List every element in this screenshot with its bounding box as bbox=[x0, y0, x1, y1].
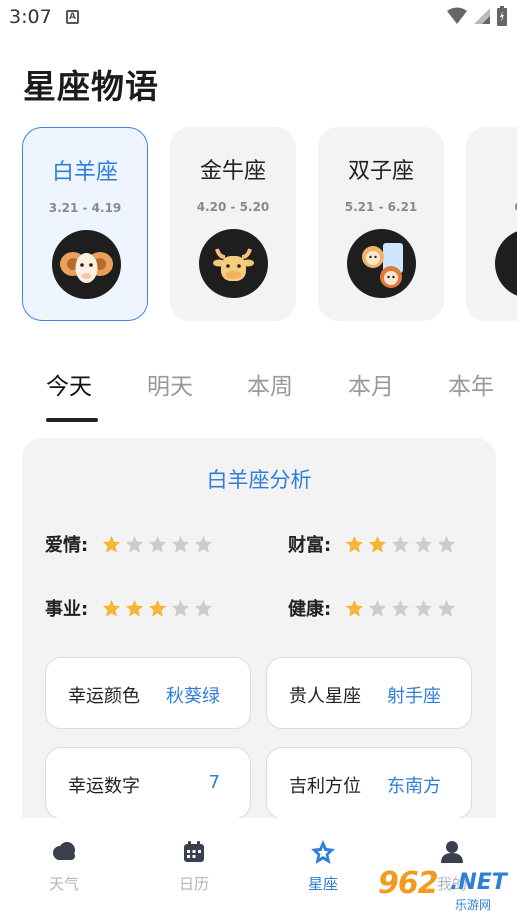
analysis-title: 白羊座分析 bbox=[206, 468, 312, 492]
star-rating bbox=[345, 599, 456, 618]
cloud-icon bbox=[53, 842, 75, 860]
star-empty-icon bbox=[172, 535, 190, 553]
watermark-logo: 962 .NET 乐游网 bbox=[378, 866, 514, 913]
status-indicators bbox=[447, 6, 507, 26]
info-label: 贵人星座 bbox=[289, 686, 361, 707]
noble-sign-box: 贵人星座 射手座 bbox=[266, 657, 472, 729]
user-icon bbox=[441, 841, 463, 863]
star-empty-icon bbox=[415, 535, 433, 553]
star-empty-icon bbox=[438, 599, 456, 617]
star-empty-icon bbox=[126, 535, 144, 553]
info-label: 吉利方位 bbox=[289, 776, 361, 797]
star-filled-icon bbox=[149, 599, 167, 617]
info-label: 幸运颜色 bbox=[68, 686, 140, 707]
zodiac-carousel[interactable]: 白羊座 3.21 - 4.19 金牛座 4.20 - 5.20 双子座 5.21… bbox=[22, 127, 517, 323]
tab-week[interactable]: 本周 bbox=[247, 367, 293, 401]
zodiac-card-gemini[interactable]: 双子座 5.21 - 6.21 bbox=[318, 127, 444, 321]
star-empty-icon bbox=[392, 535, 410, 553]
lucky-number-box: 幸运数字 7 bbox=[45, 747, 251, 819]
info-value: 7 bbox=[208, 772, 220, 793]
gemini-twins-icon bbox=[347, 229, 416, 298]
rating-love: 爱情: bbox=[45, 531, 213, 557]
lucky-color-box: 幸运颜色 秋葵绿 bbox=[45, 657, 251, 729]
page-title: 星座物语 bbox=[23, 67, 159, 106]
zodiac-card-cancer[interactable]: 巨 6.22 bbox=[466, 127, 517, 321]
nav-weather[interactable]: 天气 bbox=[24, 838, 104, 894]
nav-label: 星座 bbox=[307, 875, 338, 893]
a-icon: A bbox=[66, 10, 79, 24]
star-filled-icon bbox=[103, 535, 121, 553]
star-empty-icon bbox=[392, 599, 410, 617]
tab-year[interactable]: 本年 bbox=[448, 367, 494, 401]
wifi-icon bbox=[447, 7, 467, 24]
rating-label: 财富: bbox=[288, 535, 332, 556]
zodiac-card-aries[interactable]: 白羊座 3.21 - 4.19 bbox=[22, 127, 148, 321]
battery-icon bbox=[497, 6, 507, 26]
rating-health: 健康: bbox=[288, 595, 456, 621]
zodiac-dates: 5.21 - 6.21 bbox=[344, 200, 418, 214]
status-time: 3:07 bbox=[9, 6, 52, 28]
lucky-direction-box: 吉利方位 东南方 bbox=[266, 747, 472, 819]
zodiac-name: 巨 bbox=[466, 153, 517, 185]
zodiac-name: 双子座 bbox=[347, 159, 414, 184]
star-empty-icon bbox=[415, 599, 433, 617]
star-filled-icon bbox=[103, 599, 121, 617]
star-icon bbox=[311, 840, 335, 864]
info-value: 秋葵绿 bbox=[166, 686, 220, 707]
star-filled-icon bbox=[369, 535, 387, 553]
star-rating bbox=[345, 535, 456, 554]
zodiac-name: 白羊座 bbox=[51, 160, 118, 185]
cancer-crab-icon bbox=[495, 229, 517, 298]
rating-label: 爱情: bbox=[45, 535, 89, 556]
star-empty-icon bbox=[369, 599, 387, 617]
tab-today[interactable]: 今天 bbox=[46, 367, 92, 401]
star-filled-icon bbox=[346, 599, 364, 617]
taurus-bull-icon bbox=[199, 229, 268, 298]
star-rating bbox=[102, 535, 213, 554]
star-filled-icon bbox=[346, 535, 364, 553]
calendar-icon bbox=[184, 841, 204, 862]
period-tabs: 今天 明天 本周 本月 本年 bbox=[0, 362, 517, 424]
zodiac-dates: 4.20 - 5.20 bbox=[196, 200, 270, 214]
star-empty-icon bbox=[149, 535, 167, 553]
nav-label: 天气 bbox=[48, 875, 79, 893]
signal-icon bbox=[474, 8, 490, 24]
rating-label: 事业: bbox=[45, 599, 89, 620]
tab-month[interactable]: 本月 bbox=[348, 367, 394, 401]
info-value: 东南方 bbox=[387, 776, 441, 797]
watermark-sub: 乐游网 bbox=[452, 896, 495, 913]
rating-label: 健康: bbox=[288, 599, 332, 620]
tab-tomorrow[interactable]: 明天 bbox=[147, 367, 193, 401]
star-filled-icon bbox=[126, 599, 144, 617]
nav-zodiac[interactable]: 星座 bbox=[283, 838, 363, 894]
zodiac-dates: 6.22 bbox=[466, 200, 517, 214]
zodiac-dates: 3.21 - 4.19 bbox=[48, 201, 122, 215]
watermark-number: 962 bbox=[378, 866, 439, 901]
aries-ram-icon bbox=[52, 230, 121, 299]
info-label: 幸运数字 bbox=[68, 776, 140, 797]
zodiac-card-taurus[interactable]: 金牛座 4.20 - 5.20 bbox=[170, 127, 296, 321]
nav-calendar[interactable]: 日历 bbox=[154, 838, 234, 894]
star-empty-icon bbox=[172, 599, 190, 617]
star-empty-icon bbox=[195, 535, 213, 553]
zodiac-name: 金牛座 bbox=[199, 159, 266, 184]
rating-career: 事业: bbox=[45, 595, 213, 621]
rating-wealth: 财富: bbox=[288, 531, 456, 557]
status-bar: 3:07 A bbox=[0, 0, 517, 34]
analysis-panel: 白羊座分析 爱情: 财富: 事业: 健康: 幸运颜色 秋葵绿 贵人星座 射手座 … bbox=[22, 438, 496, 838]
star-rating bbox=[102, 599, 213, 618]
info-value: 射手座 bbox=[387, 686, 441, 707]
nav-label: 日历 bbox=[178, 875, 209, 893]
star-empty-icon bbox=[195, 599, 213, 617]
star-empty-icon bbox=[438, 535, 456, 553]
tab-indicator bbox=[46, 418, 98, 422]
watermark-suffix: .NET bbox=[450, 870, 507, 895]
